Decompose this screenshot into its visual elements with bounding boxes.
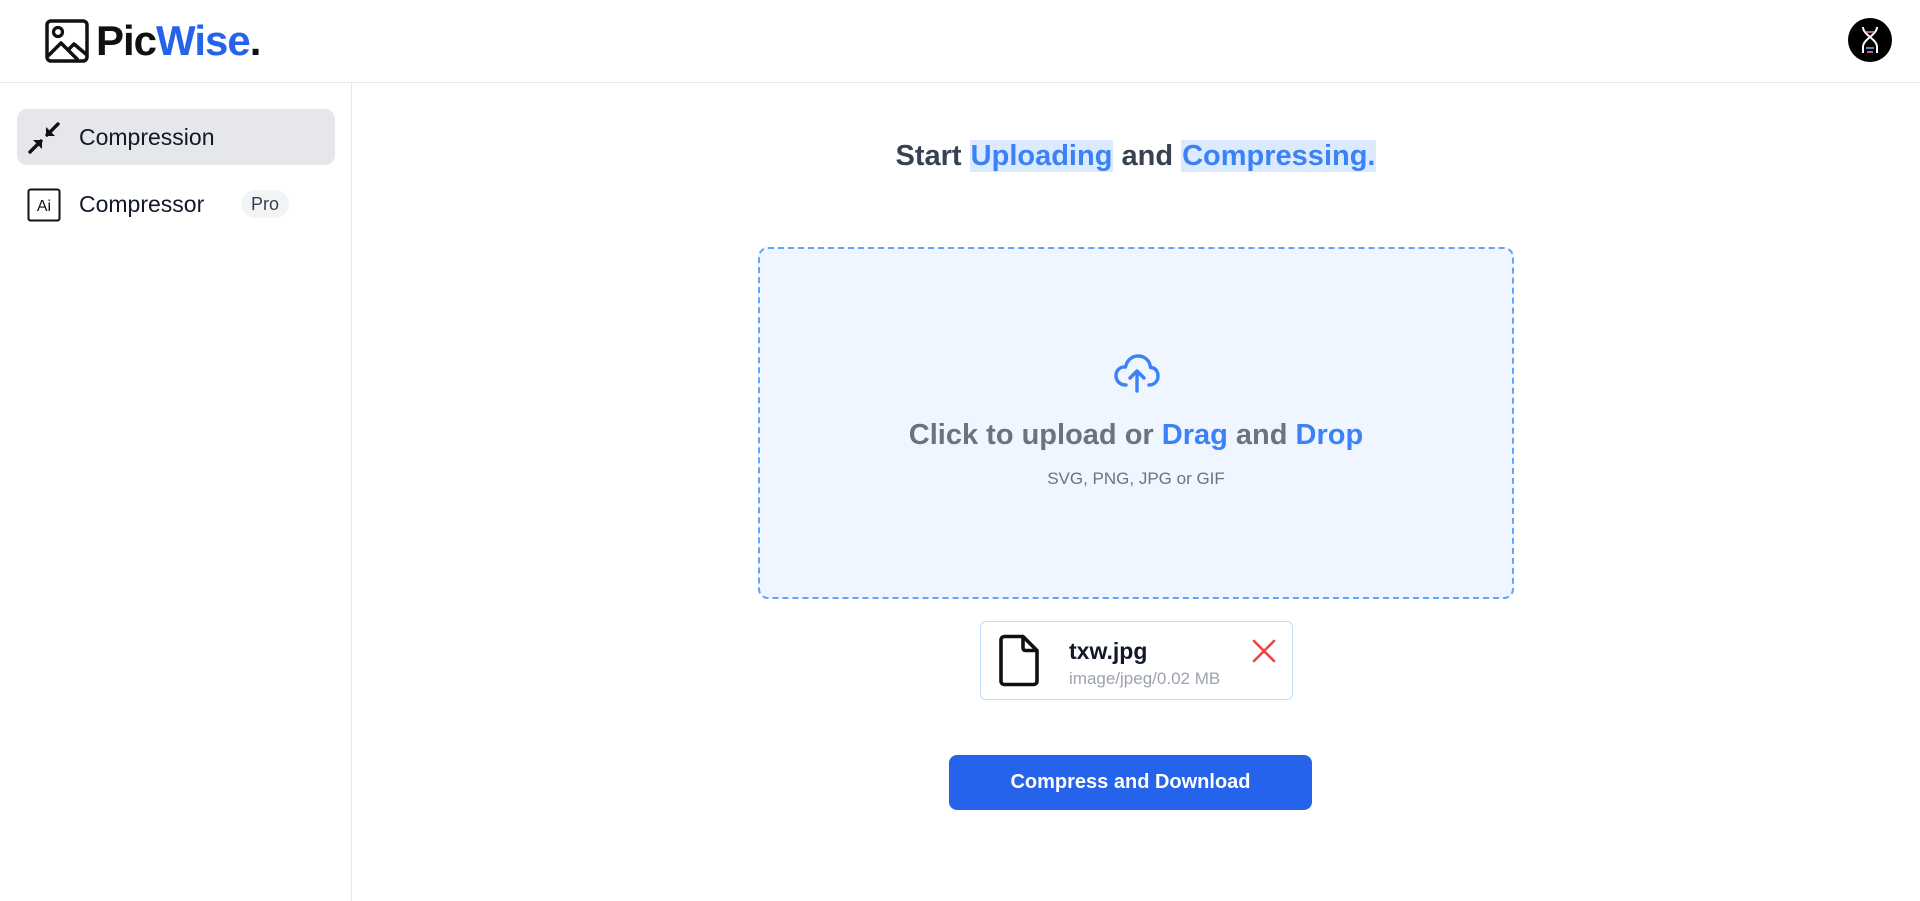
dropzone-and: and: [1235, 419, 1288, 451]
ai-icon: Ai: [27, 188, 61, 222]
compress-and-download-button[interactable]: Compress and Download: [949, 755, 1312, 810]
dropzone-subtitle: SVG, PNG, JPG or GIF: [1047, 469, 1225, 488]
file-name: txw.jpg: [1069, 638, 1148, 664]
logo-dot: .: [249, 17, 262, 64]
dropzone-drop: Drop: [1295, 419, 1364, 451]
dropzone-title-prefix: Click to upload or: [908, 419, 1154, 451]
sidebar: Compression Ai Compressor Pro: [0, 83, 352, 901]
top-header: PicWise.: [0, 0, 1920, 83]
sidebar-item-compression[interactable]: Compression: [17, 109, 335, 165]
dna-helix-icon: [1862, 26, 1878, 53]
headline-start: Start: [895, 140, 962, 172]
image-icon: [45, 19, 89, 63]
pro-badge: Pro: [241, 190, 290, 218]
user-avatar[interactable]: [1848, 18, 1892, 62]
app-logo[interactable]: PicWise.: [44, 16, 262, 66]
close-icon[interactable]: [1251, 638, 1277, 664]
ai-icon-text: Ai: [37, 198, 51, 215]
logo-wise: Wise: [156, 17, 251, 64]
headline-and: and: [1121, 140, 1174, 172]
logo-wordmark: PicWise.: [96, 17, 262, 64]
headline-uploading: Uploading: [969, 140, 1114, 172]
file-meta: image/jpeg/0.02 MB: [1069, 669, 1221, 688]
logo-pic: Pic: [96, 17, 157, 64]
sidebar-item-label: Compressor: [79, 190, 205, 217]
compress-arrows-icon: [28, 122, 60, 154]
page-title: Start Uploading and Compressing.: [352, 140, 1920, 173]
sidebar-item-label: Compression: [79, 123, 215, 150]
dropzone-drag: Drag: [1161, 419, 1228, 451]
cloud-upload-icon: [1114, 354, 1160, 393]
headline-compressing: Compressing.: [1181, 140, 1377, 172]
uploaded-file-card: txw.jpg image/jpeg/0.02 MB: [980, 621, 1293, 700]
file-icon: [999, 634, 1039, 687]
dropzone-title: Click to upload or Drag and Drop: [760, 419, 1512, 452]
upload-dropzone[interactable]: Click to upload or Drag and Drop SVG, PN…: [758, 247, 1514, 599]
sidebar-item-compressor[interactable]: Ai Compressor Pro: [17, 176, 335, 232]
